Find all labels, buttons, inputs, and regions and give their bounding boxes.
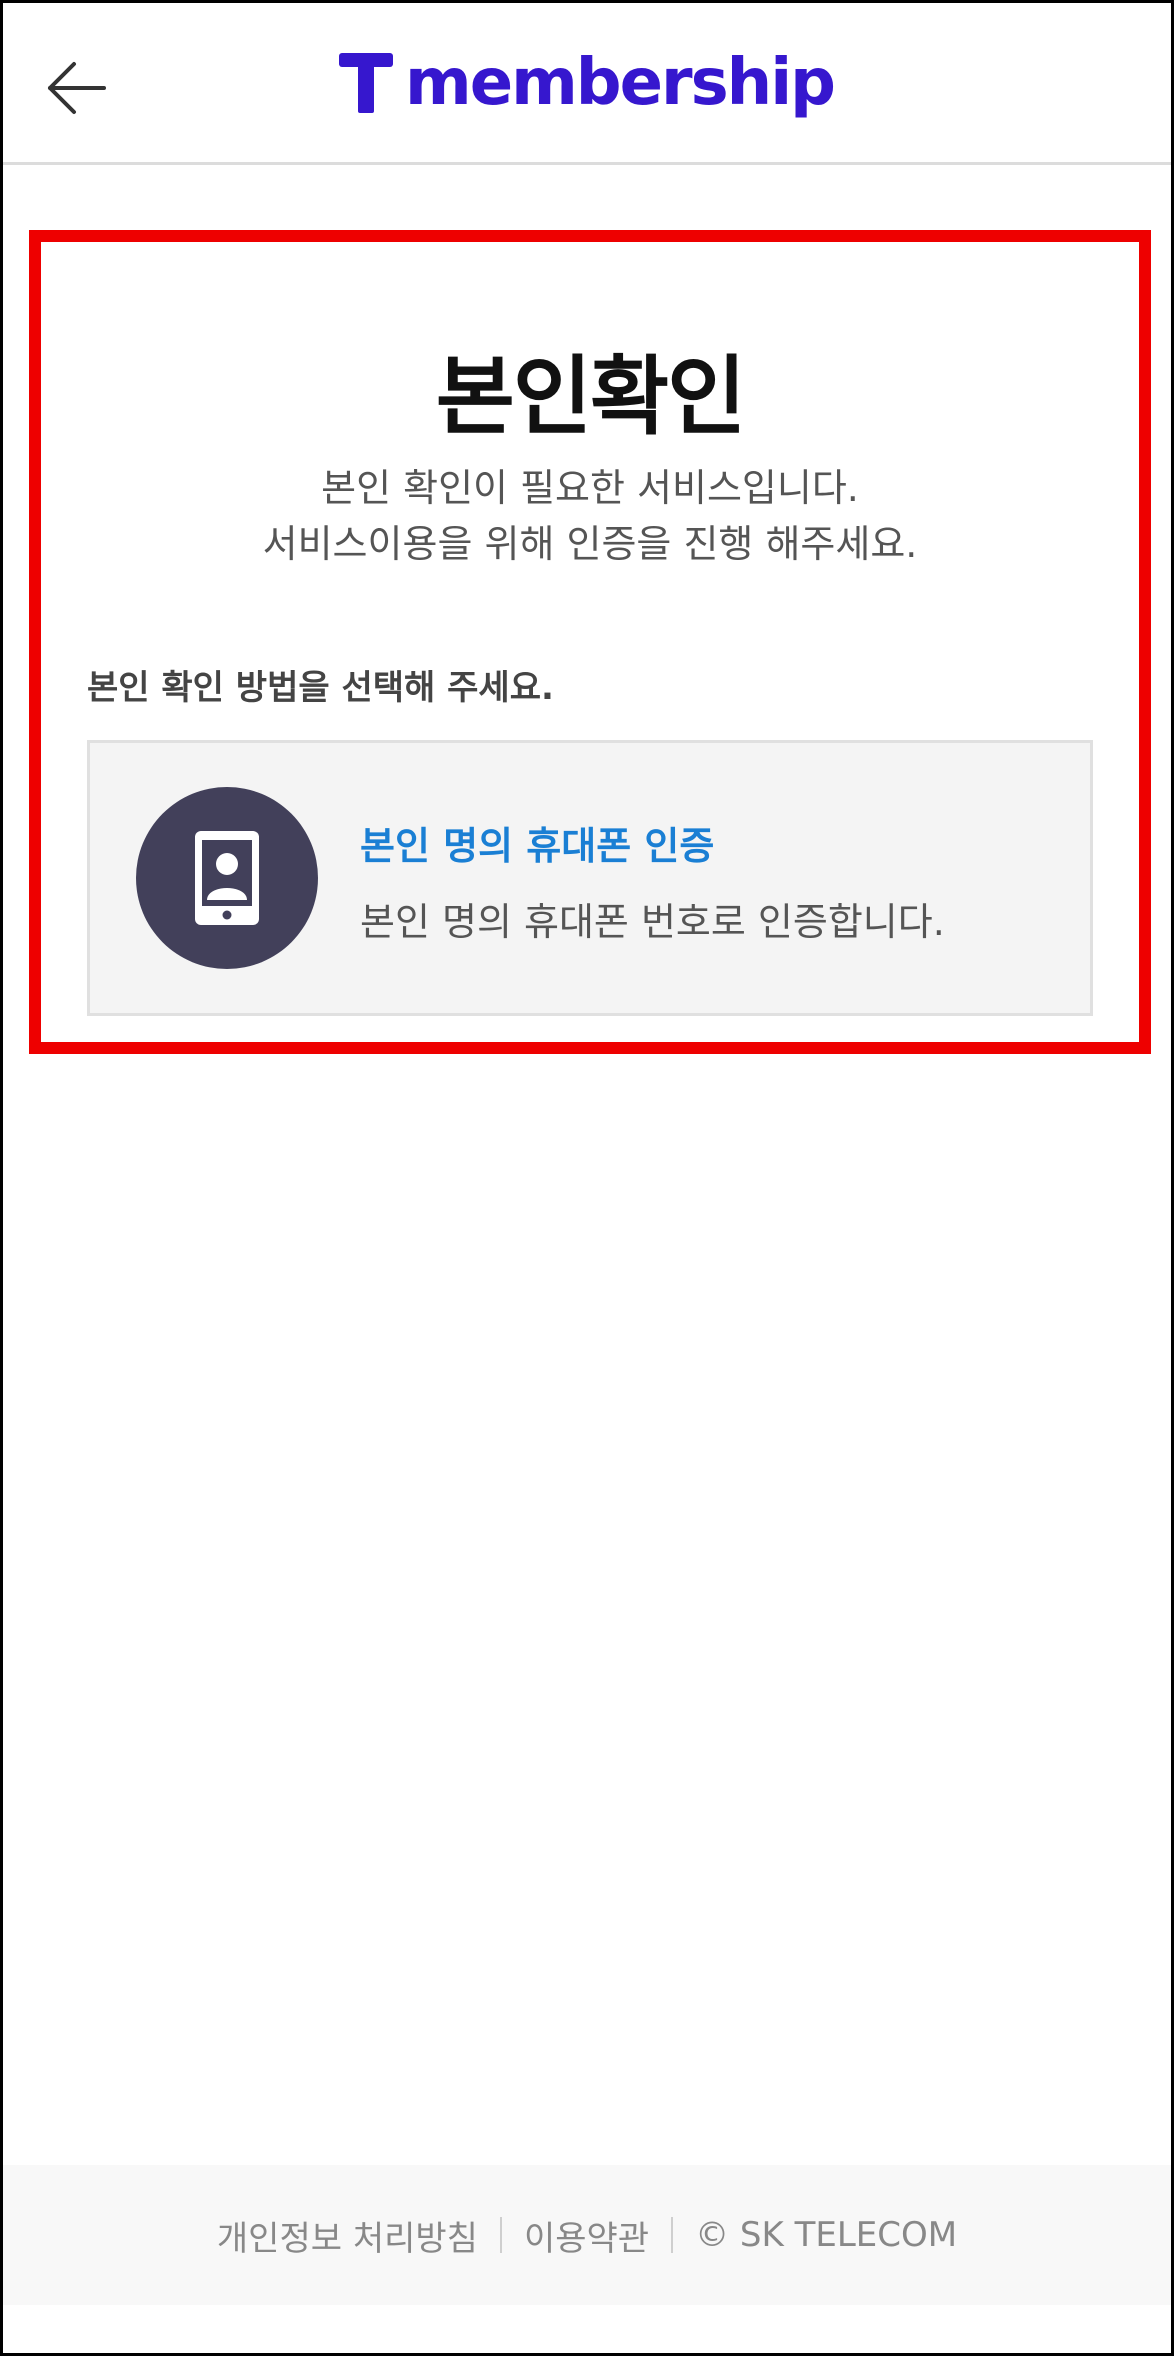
back-button[interactable] bbox=[41, 53, 111, 123]
logo-wordmark: membership bbox=[405, 46, 836, 120]
t-logo-icon bbox=[339, 53, 393, 113]
t-membership-logo: membership bbox=[339, 43, 836, 123]
option-description: 본인 명의 휴대폰 번호로 인증합니다. bbox=[360, 900, 945, 944]
phone-user-icon bbox=[136, 787, 318, 969]
method-select-label: 본인 확인 방법을 선택해 주세요. bbox=[87, 668, 554, 708]
page-title: 본인확인 bbox=[435, 347, 746, 447]
footer-divider bbox=[671, 2217, 674, 2253]
terms-link[interactable]: 이용약관 bbox=[524, 2211, 649, 2260]
arrow-left-icon bbox=[48, 62, 106, 114]
footer-divider bbox=[499, 2217, 502, 2253]
app-frame: membership 본인확인 본인 확인이 필요한 서비스입니다. 서비스이용… bbox=[0, 0, 1174, 2356]
footer: 개인정보 처리방침 이용약관 © SK TELECOM bbox=[3, 2165, 1171, 2305]
header: membership bbox=[3, 3, 1171, 165]
option-title: 본인 명의 휴대폰 인증 bbox=[360, 824, 715, 868]
copyright-text: © SK TELECOM bbox=[695, 2215, 958, 2255]
identity-verification-panel: 본인확인 본인 확인이 필요한 서비스입니다. 서비스이용을 위해 인증을 진행… bbox=[29, 230, 1151, 1054]
description-line-2: 서비스이용을 위해 인증을 진행 해주세요. bbox=[262, 522, 918, 566]
page-description: 본인 확인이 필요한 서비스입니다. 서비스이용을 위해 인증을 진행 해주세요… bbox=[41, 460, 1139, 572]
description-line-1: 본인 확인이 필요한 서비스입니다. bbox=[321, 466, 859, 510]
privacy-policy-link[interactable]: 개인정보 처리방침 bbox=[217, 2211, 478, 2260]
phone-verification-option[interactable]: 본인 명의 휴대폰 인증 본인 명의 휴대폰 번호로 인증합니다. bbox=[87, 740, 1093, 1016]
